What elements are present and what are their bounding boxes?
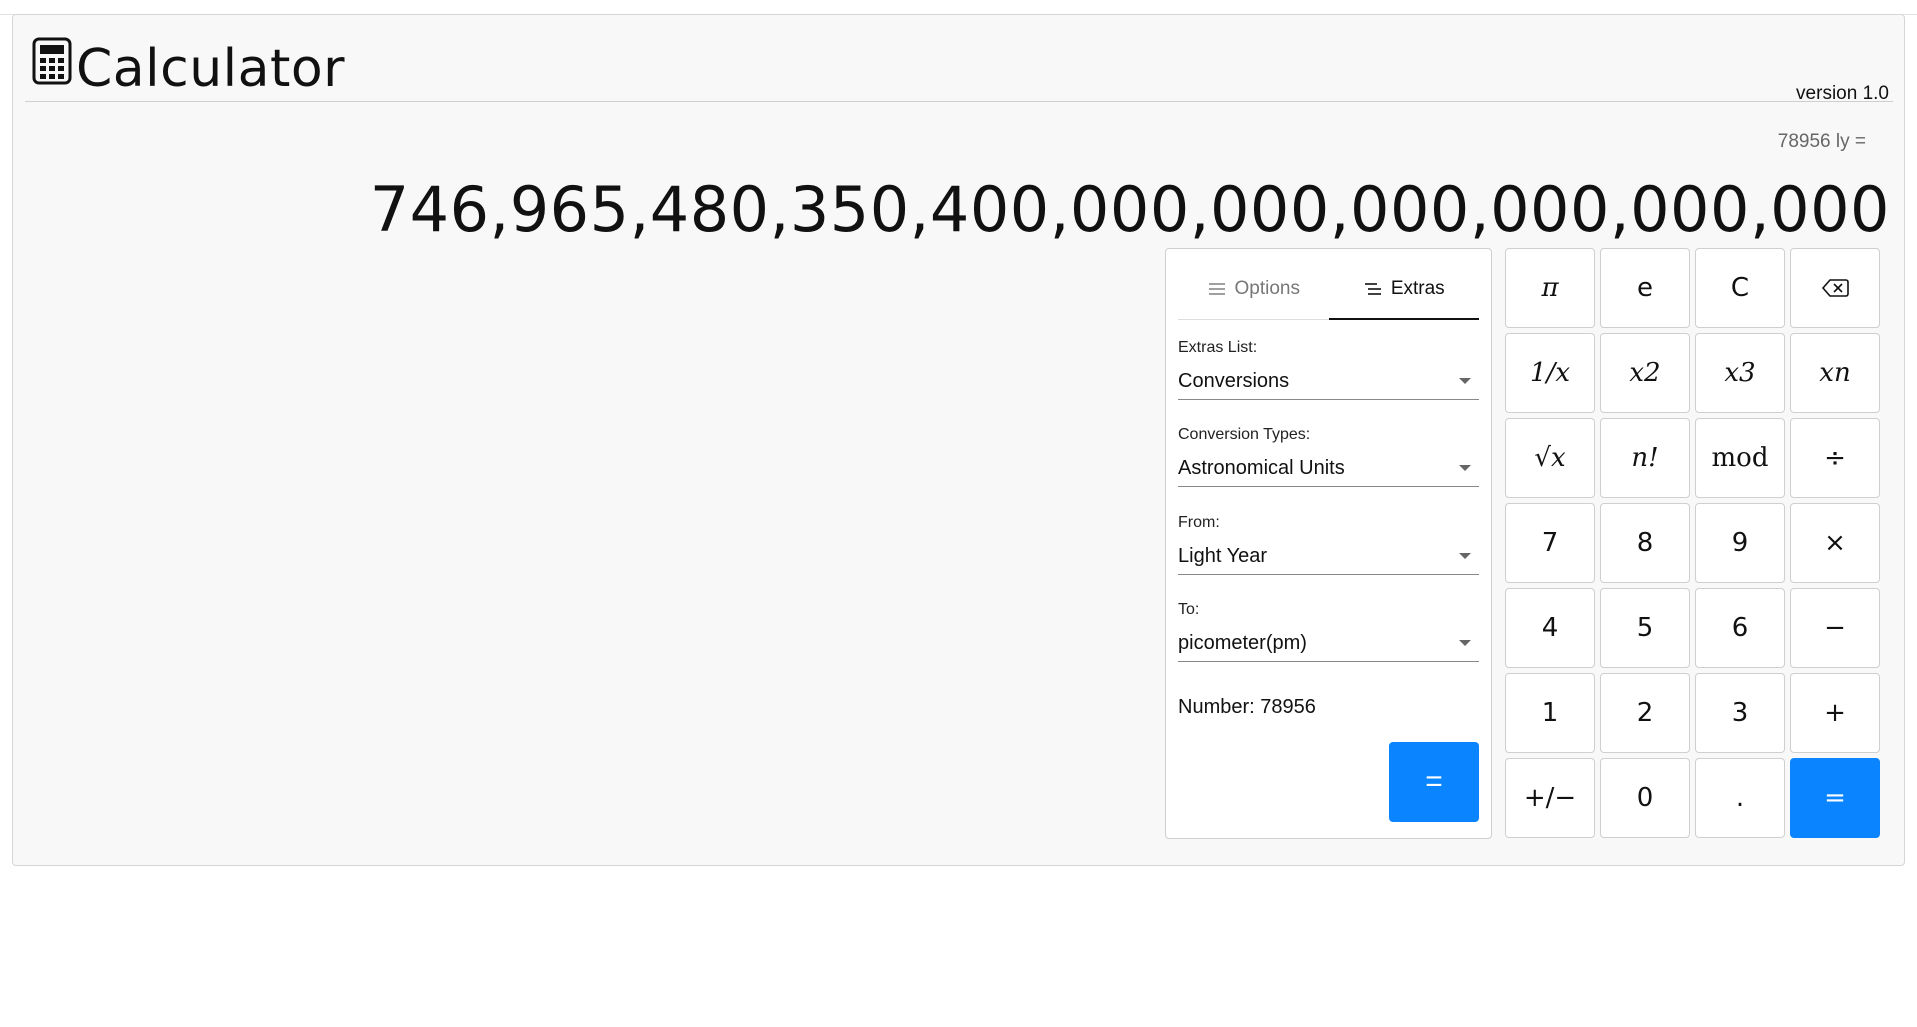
power-label: xn (1819, 358, 1851, 388)
version-label: version 1.0 (1796, 83, 1889, 104)
digit-2-button[interactable]: 2 (1600, 673, 1690, 753)
add-label: + (1824, 698, 1846, 728)
to-value: picometer(pm) (1178, 631, 1307, 654)
calculator-icon (32, 37, 72, 85)
factorial-label: n! (1631, 443, 1659, 473)
divide-button[interactable]: ÷ (1790, 418, 1880, 498)
extras-panel: Options Extras Extras List: Conversions … (1165, 248, 1492, 839)
clear-button[interactable]: C (1695, 248, 1785, 328)
multiply-button[interactable]: × (1790, 503, 1880, 583)
digit-2-label: 2 (1636, 698, 1654, 728)
clear-label: C (1730, 273, 1750, 303)
expression-display: 78956 ly = (1777, 131, 1866, 152)
digit-5-button[interactable]: 5 (1600, 588, 1690, 668)
divide-label: ÷ (1824, 443, 1846, 473)
from-value: Light Year (1178, 544, 1267, 567)
square-button[interactable]: x2 (1600, 333, 1690, 413)
equals-label: = (1824, 783, 1846, 813)
sqrt-button[interactable]: √x (1505, 418, 1595, 498)
factorial-button[interactable]: n! (1600, 418, 1690, 498)
digit-3-button[interactable]: 3 (1695, 673, 1785, 753)
tab-extras[interactable]: Extras (1328, 259, 1480, 320)
panel-tabs: Options Extras (1178, 259, 1479, 320)
chevron-down-icon (1459, 553, 1471, 559)
digit-1-label: 1 (1541, 698, 1559, 728)
conversion-types-field: Conversion Types: Astronomical Units (1178, 426, 1479, 487)
chevron-down-icon (1459, 378, 1471, 384)
extras-list-field: Extras List: Conversions (1178, 339, 1479, 400)
digit-0-button[interactable]: 0 (1600, 758, 1690, 838)
digit-4-button[interactable]: 4 (1505, 588, 1595, 668)
to-select[interactable]: picometer(pm) (1178, 625, 1479, 662)
equals-icon: = (1425, 765, 1443, 798)
app-title: Calculator (76, 39, 346, 99)
digit-7-label: 7 (1541, 528, 1559, 558)
add-button[interactable]: + (1790, 673, 1880, 753)
digit-7-button[interactable]: 7 (1505, 503, 1595, 583)
cube-button[interactable]: x3 (1695, 333, 1785, 413)
number-readout: Number: 78956 (1178, 696, 1316, 718)
to-field: To: picometer(pm) (1178, 601, 1479, 662)
from-select[interactable]: Light Year (1178, 538, 1479, 575)
reciprocal-button[interactable]: 1/x (1505, 333, 1595, 413)
conversion-types-value: Astronomical Units (1178, 456, 1345, 479)
digit-8-button[interactable]: 8 (1600, 503, 1690, 583)
cube-label: x3 (1724, 358, 1756, 388)
pi-label: π (1541, 273, 1559, 303)
e-button[interactable]: e (1600, 248, 1690, 328)
digit-3-label: 3 (1731, 698, 1749, 728)
reciprocal-label: 1/x (1530, 358, 1570, 388)
convert-equals-button[interactable]: = (1389, 742, 1479, 822)
power-button[interactable]: xn (1790, 333, 1880, 413)
digit-4-label: 4 (1541, 613, 1559, 643)
from-field: From: Light Year (1178, 514, 1479, 575)
negate-label: +/− (1523, 783, 1577, 813)
digit-1-button[interactable]: 1 (1505, 673, 1595, 753)
chevron-down-icon (1459, 465, 1471, 471)
negate-button[interactable]: +/− (1505, 758, 1595, 838)
digit-5-label: 5 (1636, 613, 1654, 643)
conversion-types-label: Conversion Types: (1178, 426, 1311, 443)
extras-list-label: Extras List: (1178, 339, 1258, 356)
header: Calculator version 1.0 (25, 35, 1893, 104)
digit-9-label: 9 (1731, 528, 1749, 558)
digit-6-label: 6 (1731, 613, 1749, 643)
digit-6-button[interactable]: 6 (1695, 588, 1785, 668)
tab-options[interactable]: Options (1178, 259, 1329, 319)
mod-label: mod (1711, 443, 1769, 473)
decimal-button[interactable]: . (1695, 758, 1785, 838)
mod-button[interactable]: mod (1695, 418, 1785, 498)
digit-8-label: 8 (1636, 528, 1654, 558)
extras-list-value: Conversions (1178, 369, 1290, 392)
subtract-button[interactable]: − (1790, 588, 1880, 668)
backspace-button[interactable] (1790, 248, 1880, 328)
list-indent-icon (1364, 283, 1381, 295)
result-display: 746,965,480,350,400,000,000,000,000,000,… (369, 173, 1890, 246)
subtract-label: − (1824, 613, 1846, 643)
sqrt-label: √x (1534, 443, 1566, 473)
menu-icon (1208, 283, 1225, 295)
tab-extras-label: Extras (1390, 278, 1445, 299)
keypad: π e C 1/x x2 x3 xn √x n! mod ÷ 7 8 9 × 4… (1505, 248, 1880, 838)
from-label: From: (1178, 514, 1220, 531)
chevron-down-icon (1459, 640, 1471, 646)
e-label: e (1637, 273, 1653, 303)
decimal-label: . (1735, 783, 1745, 813)
equals-button[interactable]: = (1790, 758, 1880, 838)
extras-list-select[interactable]: Conversions (1178, 363, 1479, 400)
pi-button[interactable]: π (1505, 248, 1595, 328)
backspace-icon (1821, 279, 1849, 297)
conversion-types-select[interactable]: Astronomical Units (1178, 450, 1479, 487)
tab-options-label: Options (1234, 278, 1300, 299)
digit-9-button[interactable]: 9 (1695, 503, 1785, 583)
square-label: x2 (1629, 358, 1661, 388)
digit-0-label: 0 (1636, 783, 1654, 813)
multiply-label: × (1824, 528, 1846, 558)
to-label: To: (1178, 601, 1200, 618)
